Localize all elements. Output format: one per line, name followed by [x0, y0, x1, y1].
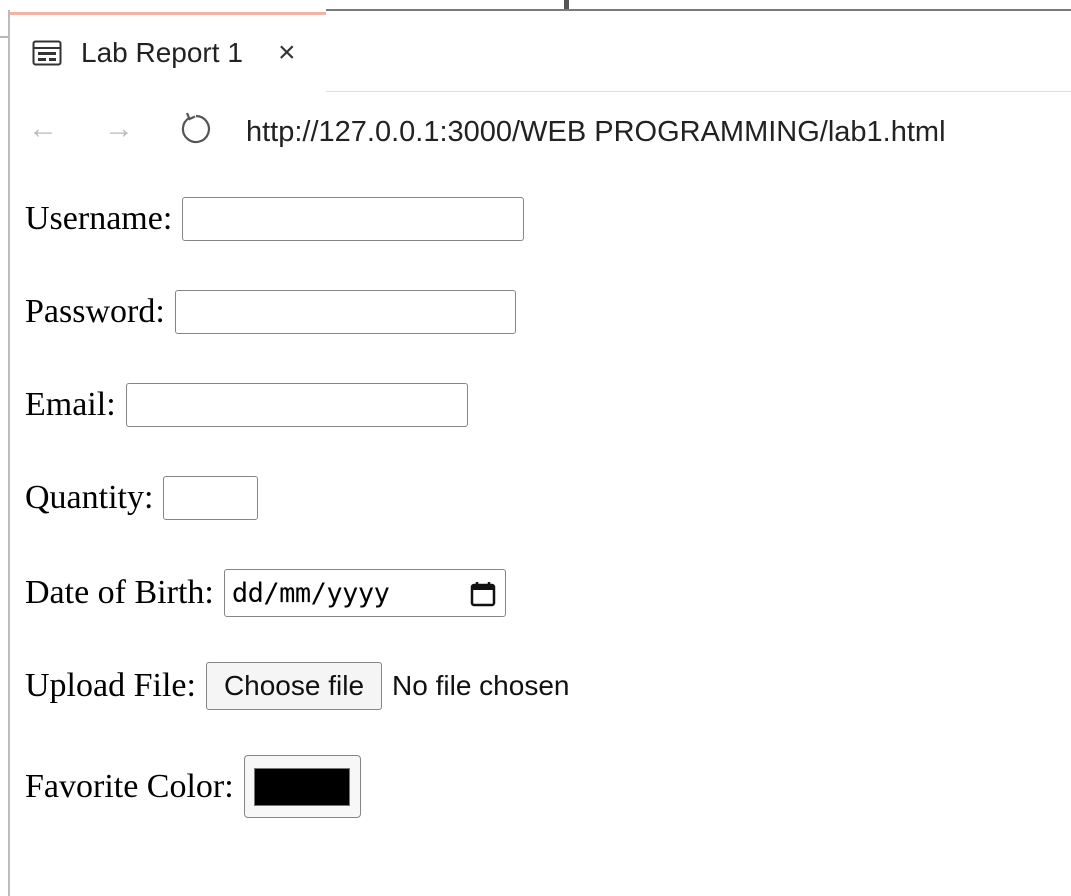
username-label: Username: — [25, 200, 173, 237]
color-swatch — [254, 767, 351, 806]
window-left-edge — [0, 36, 8, 46]
window-notch — [564, 0, 569, 9]
username-input[interactable] — [182, 197, 525, 241]
upload-file-label: Upload File: — [25, 667, 196, 704]
upload-file-row: Upload File: Choose file No file chosen — [25, 662, 569, 710]
quantity-label: Quantity: — [25, 479, 154, 516]
file-status-text: No file chosen — [392, 670, 570, 701]
email-label: Email: — [25, 386, 116, 423]
email-input[interactable] — [125, 383, 468, 427]
date-placeholder: dd/mm/yyyy — [231, 577, 390, 609]
date-of-birth-row: Date of Birth: dd/mm/yyyy — [25, 569, 506, 617]
email-row: Email: — [25, 383, 468, 427]
date-of-birth-input[interactable]: dd/mm/yyyy — [223, 569, 506, 617]
password-row: Password: — [25, 290, 516, 334]
favorite-color-row: Favorite Color: — [25, 755, 361, 818]
username-row: Username: — [25, 197, 525, 241]
favorite-color-label: Favorite Color: — [25, 767, 234, 805]
tab-title: Lab Report 1 — [81, 37, 243, 68]
address-url[interactable]: http://127.0.0.1:3000/WEB PROGRAMMING/la… — [246, 114, 946, 150]
back-arrow-icon[interactable]: ← — [28, 112, 58, 146]
tab-close-icon[interactable]: × — [278, 37, 296, 69]
tab-strip-background — [326, 11, 1071, 92]
calendar-icon[interactable] — [470, 581, 496, 607]
forward-arrow-icon[interactable]: → — [104, 112, 134, 146]
password-input[interactable] — [174, 290, 516, 334]
navigation-bar: ← → http://127.0.0.1:3000/WEB PROGRAMMIN… — [10, 94, 1071, 170]
quantity-input[interactable] — [163, 476, 259, 520]
reload-icon[interactable] — [179, 112, 213, 146]
password-label: Password: — [25, 293, 165, 330]
page-icon — [32, 40, 62, 66]
date-of-birth-label: Date of Birth: — [25, 574, 214, 611]
tab-lab-report-1[interactable]: Lab Report 1 × — [10, 12, 326, 94]
favorite-color-picker[interactable] — [243, 755, 361, 818]
choose-file-button[interactable]: Choose file — [205, 662, 383, 710]
quantity-row: Quantity: — [25, 476, 259, 520]
